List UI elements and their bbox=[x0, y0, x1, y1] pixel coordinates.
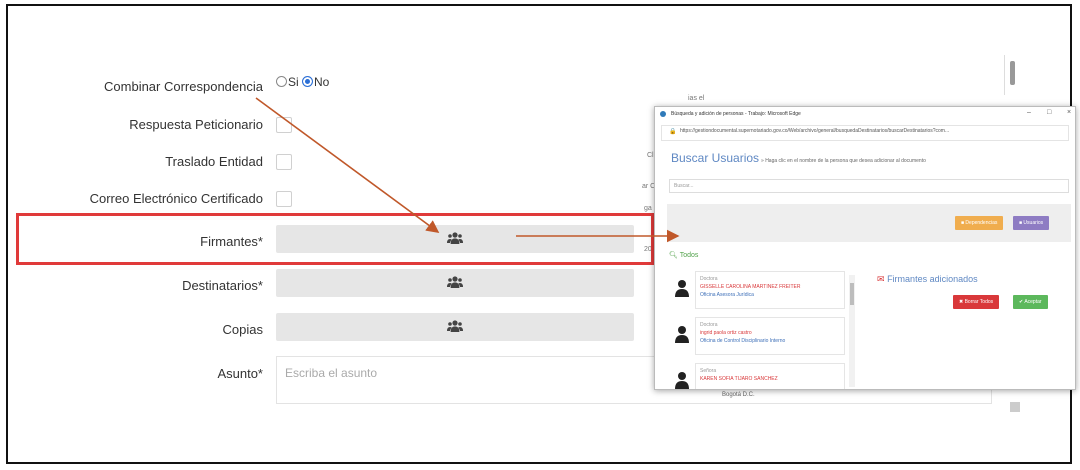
annotation-arrows bbox=[255, 97, 680, 243]
arrow-combinar-to-firmantes bbox=[255, 97, 440, 233]
